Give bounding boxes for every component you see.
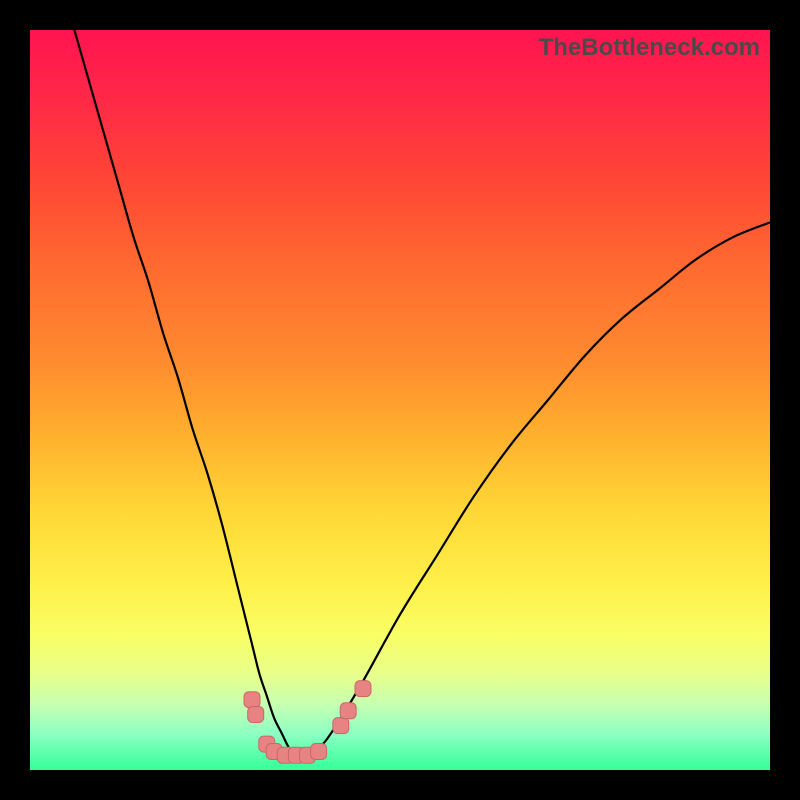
chart-frame: TheBottleneck.com xyxy=(0,0,800,800)
curve-marker xyxy=(311,744,327,760)
curve-svg xyxy=(30,30,770,770)
curve-markers xyxy=(244,681,371,764)
plot-area: TheBottleneck.com xyxy=(30,30,770,770)
curve-marker xyxy=(340,703,356,719)
curve-marker xyxy=(248,707,264,723)
curve-marker xyxy=(244,692,260,708)
curve-marker xyxy=(355,681,371,697)
curve-marker xyxy=(333,718,349,734)
bottleneck-curve xyxy=(74,30,770,756)
